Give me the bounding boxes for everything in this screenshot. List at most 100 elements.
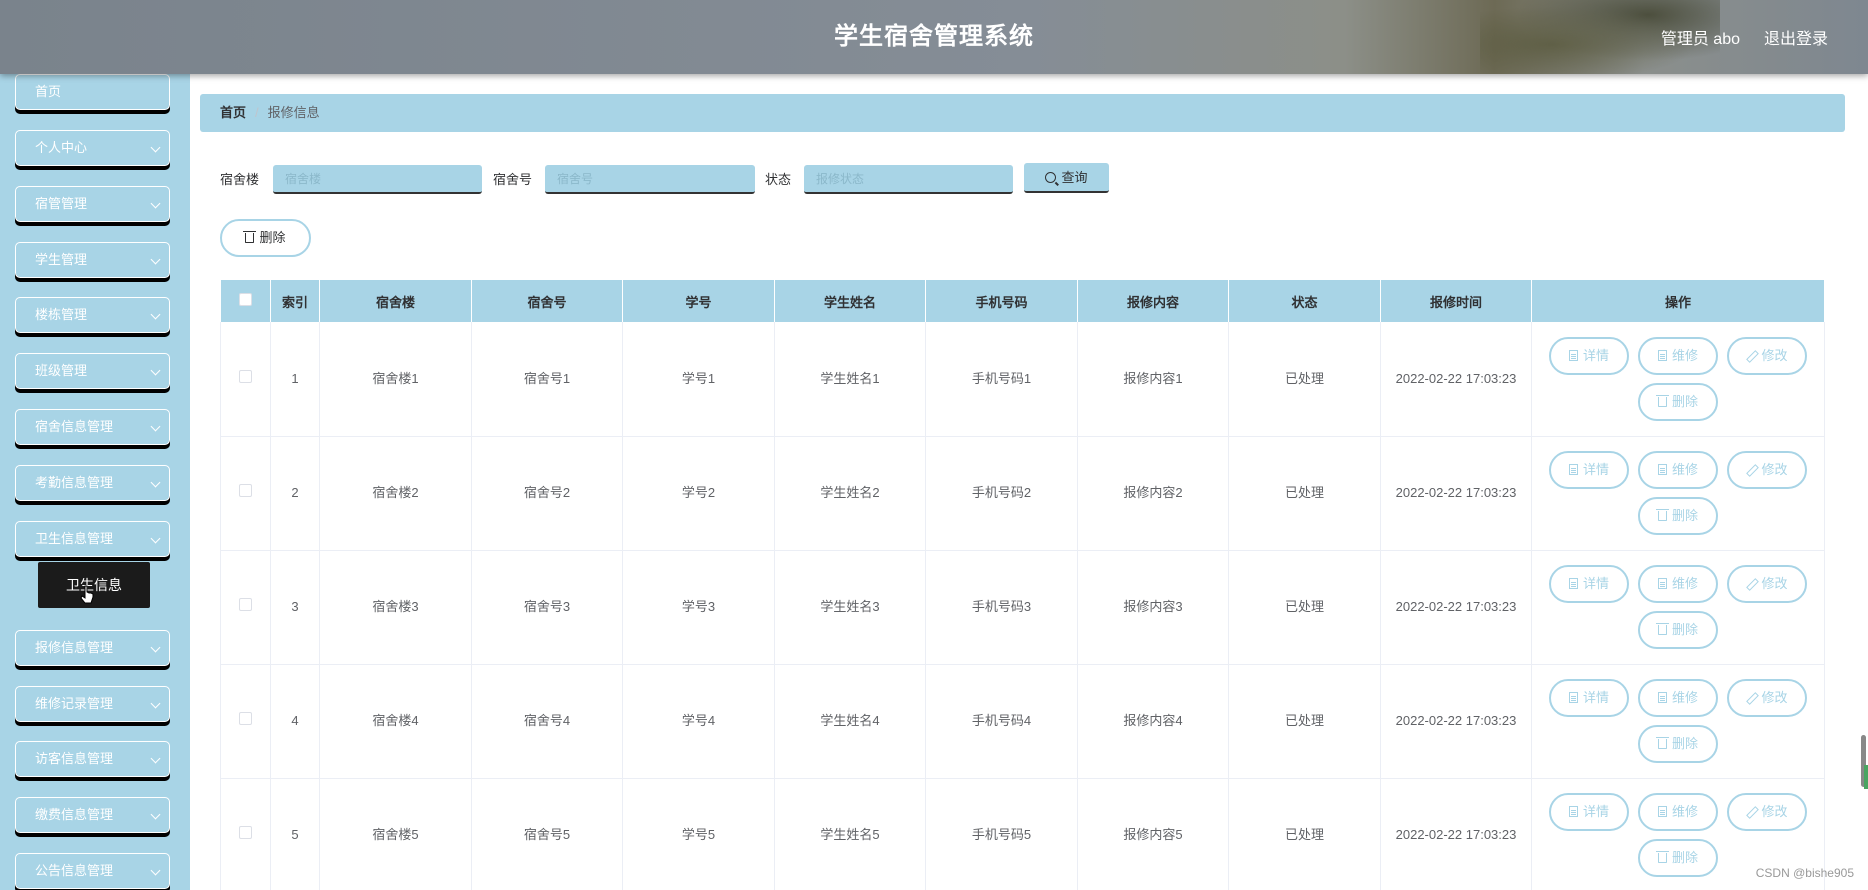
repair-time-cell: 2022-02-22 17:03:23 [1380,550,1532,665]
batch-delete-button[interactable]: 删除 [220,219,311,257]
chevron-down-icon [150,421,161,432]
sidebar-item-label: 班级管理 [35,363,88,378]
building-label: 宿舍楼 [220,172,260,187]
sidebar-item-label: 缴费信息管理 [35,807,114,822]
status-cell: 已处理 [1228,778,1381,890]
phone-cell: 手机号码1 [925,322,1078,437]
chevron-down-icon [150,198,161,209]
sidebar-item[interactable]: 缴费信息管理 [15,797,170,833]
query-button-label: 查询 [1061,170,1088,185]
edit-button[interactable]: 修改 [1727,451,1807,489]
repair-time-cell: 2022-02-22 17:03:23 [1380,664,1532,779]
logout-link[interactable]: 退出登录 [1764,25,1828,49]
sidebar-item[interactable]: 报修信息管理 [15,630,170,666]
column-header: 索引 [270,280,320,322]
delete-button[interactable]: 删除 [1638,497,1718,535]
row-checkbox[interactable] [239,369,252,383]
app-title: 学生宿舍管理系统 [834,23,1034,50]
top-header: 学生宿舍管理系统 管理员 abo 退出登录 [0,0,1868,74]
sidebar-item[interactable]: 维修记录管理 [15,686,170,722]
sidebar-item-label: 访客信息管理 [35,751,114,766]
select-all-checkbox[interactable] [238,293,252,306]
edit-button[interactable]: 修改 [1727,565,1807,603]
sidebar-item[interactable]: 访客信息管理 [15,741,170,777]
edit-button-label: 修改 [1761,690,1788,705]
phone-cell: 手机号码2 [925,436,1078,551]
row-checkbox[interactable] [239,598,252,611]
sidebar-item[interactable]: 宿管管理 [15,186,170,222]
document-icon [1657,692,1667,703]
scrollbar-indicator [1864,765,1868,789]
sidebar-item[interactable]: 考勤信息管理 [15,465,170,501]
document-icon [1657,349,1667,361]
submenu-item-hygiene-info[interactable]: 卫生信息 [38,562,150,608]
edit-icon [1746,579,1756,589]
row-checkbox[interactable] [239,484,252,497]
edit-button[interactable]: 修改 [1727,679,1807,717]
chevron-down-icon [150,642,161,653]
detail-button[interactable]: 详情 [1549,679,1629,717]
building-search-input[interactable] [273,165,482,194]
repair-button[interactable]: 维修 [1638,336,1718,375]
row-select-cell [220,322,271,437]
sidebar-item[interactable]: 学生管理 [15,242,170,278]
sidebar-item[interactable]: 卫生信息管理 [15,521,170,557]
sidebar-item[interactable]: 班级管理 [15,353,170,389]
column-header: 手机号码 [925,280,1078,322]
repair-content-cell: 报修内容1 [1077,322,1229,437]
room-search-input[interactable] [545,165,755,194]
repair-button[interactable]: 维修 [1638,679,1718,717]
delete-button[interactable]: 删除 [1638,839,1718,877]
detail-button[interactable]: 详情 [1549,336,1629,375]
building-cell: 宿舍楼3 [319,550,472,665]
room-cell: 宿舍号2 [471,436,623,551]
edit-button[interactable]: 修改 [1727,793,1807,831]
delete-button-label: 删除 [1671,393,1698,409]
row-checkbox[interactable] [239,712,252,725]
repair-button[interactable]: 维修 [1638,565,1718,603]
repair-button-label: 维修 [1671,462,1698,477]
row-actions: 详情 维修 修改删除 [1532,793,1824,877]
delete-button-label: 删除 [1671,508,1698,523]
repair-time-cell: 2022-02-22 17:03:23 [1380,436,1532,551]
sidebar-item-label: 楼栋管理 [35,307,88,322]
delete-button[interactable]: 删除 [1638,725,1718,763]
repair-button-label: 维修 [1671,804,1698,819]
detail-button[interactable]: 详情 [1549,451,1629,489]
column-header: 宿舍号 [471,280,623,322]
sidebar-item-label: 考勤信息管理 [35,475,114,490]
actions-cell: 详情 维修 修改删除 [1531,322,1825,437]
edit-button-label: 修改 [1761,462,1788,477]
chevron-down-icon [150,753,161,764]
table-row: 3 宿舍楼3 宿舍号3 学号3 学生姓名3 手机号码3 报修内容3 已处理 2022-02-22… [220,550,1825,665]
student-no-cell: 学号2 [622,436,775,551]
chevron-down-icon [150,142,161,153]
edit-button-label: 修改 [1761,804,1788,819]
detail-button[interactable]: 详情 [1549,565,1629,603]
mouse-pointer-icon [80,585,94,604]
chevron-down-icon [150,809,161,820]
student-no-cell: 学号5 [622,778,775,890]
status-search-input[interactable] [804,165,1013,194]
table-row: 4 宿舍楼4 宿舍号4 学号4 学生姓名4 手机号码4 报修内容4 已处理 2022-02-22… [220,664,1825,779]
repair-content-cell: 报修内容2 [1077,436,1229,551]
sidebar-item[interactable]: 公告信息管理 [15,853,170,889]
repair-button[interactable]: 维修 [1638,451,1718,489]
row-checkbox[interactable] [239,826,252,839]
column-header: 报修时间 [1380,280,1532,322]
delete-button[interactable]: 删除 [1638,382,1718,421]
student-name-cell: 学生姓名3 [774,550,926,665]
sidebar-item[interactable]: 个人中心 [15,130,170,166]
repair-button[interactable]: 维修 [1638,793,1718,831]
delete-button[interactable]: 删除 [1638,611,1718,649]
sidebar-item[interactable]: 宿舍信息管理 [15,409,170,445]
detail-button[interactable]: 详情 [1549,793,1629,831]
query-button[interactable]: 查询 [1024,163,1109,193]
edit-button[interactable]: 修改 [1727,336,1807,375]
sidebar-item[interactable]: 首页 [15,74,170,110]
detail-button-label: 详情 [1582,576,1609,591]
sidebar-item[interactable]: 楼栋管理 [15,297,170,333]
breadcrumb-home[interactable]: 首页 [220,105,246,120]
index-cell: 3 [270,550,320,665]
document-icon [1657,464,1667,475]
